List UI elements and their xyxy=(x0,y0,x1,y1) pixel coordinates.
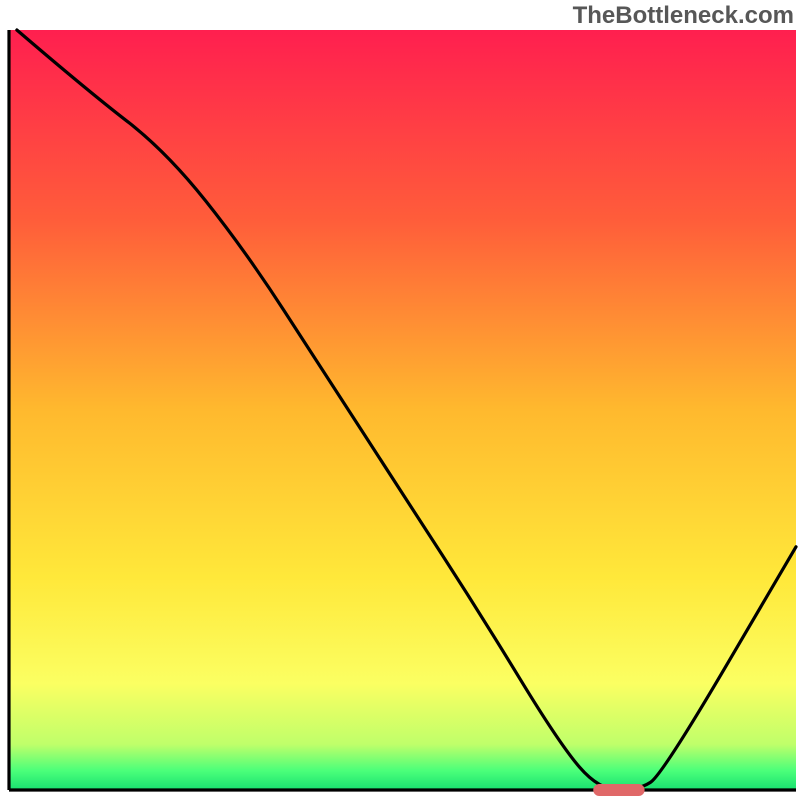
bottleneck-chart: TheBottleneck.com xyxy=(0,0,800,800)
gradient-background xyxy=(9,30,796,790)
chart-svg xyxy=(0,0,800,800)
watermark-text: TheBottleneck.com xyxy=(573,2,794,30)
